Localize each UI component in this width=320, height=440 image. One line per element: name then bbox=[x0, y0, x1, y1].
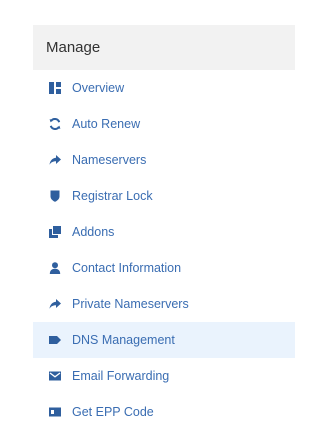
menu-item-label: Email Forwarding bbox=[72, 369, 170, 383]
share-arrow-icon bbox=[48, 297, 62, 311]
copy-icon bbox=[48, 225, 62, 239]
menu-item-label: Get EPP Code bbox=[72, 405, 154, 419]
tag-icon bbox=[48, 333, 62, 347]
menu-item-label: Nameservers bbox=[72, 153, 147, 167]
sync-icon bbox=[48, 117, 62, 131]
menu-item-get-epp-code[interactable]: Get EPP Code bbox=[33, 394, 295, 430]
menu-item-label: Addons bbox=[72, 225, 115, 239]
menu-item-label: Contact Information bbox=[72, 261, 182, 275]
menu-item-addons[interactable]: Addons bbox=[33, 214, 295, 250]
menu-item-dns-management[interactable]: DNS Management bbox=[33, 322, 295, 358]
manage-menu: Overview Auto Renew Nameservers Registra… bbox=[33, 70, 295, 430]
menu-item-label: Registrar Lock bbox=[72, 189, 153, 203]
dashboard-icon bbox=[48, 81, 62, 95]
menu-item-registrar-lock[interactable]: Registrar Lock bbox=[33, 178, 295, 214]
menu-item-label: Private Nameservers bbox=[72, 297, 189, 311]
menu-item-email-forwarding[interactable]: Email Forwarding bbox=[33, 358, 295, 394]
menu-item-auto-renew[interactable]: Auto Renew bbox=[33, 106, 295, 142]
menu-item-label: Auto Renew bbox=[72, 117, 141, 131]
shield-icon bbox=[48, 189, 62, 203]
menu-item-nameservers[interactable]: Nameservers bbox=[33, 142, 295, 178]
id-card-icon bbox=[48, 405, 62, 419]
menu-item-label: Overview bbox=[72, 81, 125, 95]
mail-icon bbox=[48, 369, 62, 383]
user-icon bbox=[48, 261, 62, 275]
menu-item-contact-information[interactable]: Contact Information bbox=[33, 250, 295, 286]
share-arrow-icon bbox=[48, 153, 62, 167]
manage-panel: Manage Overview Auto Renew Nameservers R… bbox=[33, 25, 295, 430]
menu-item-private-nameservers[interactable]: Private Nameservers bbox=[33, 286, 295, 322]
panel-header: Manage bbox=[33, 25, 295, 70]
menu-item-label: DNS Management bbox=[72, 333, 175, 347]
menu-item-overview[interactable]: Overview bbox=[33, 70, 295, 106]
panel-title: Manage bbox=[46, 39, 101, 56]
